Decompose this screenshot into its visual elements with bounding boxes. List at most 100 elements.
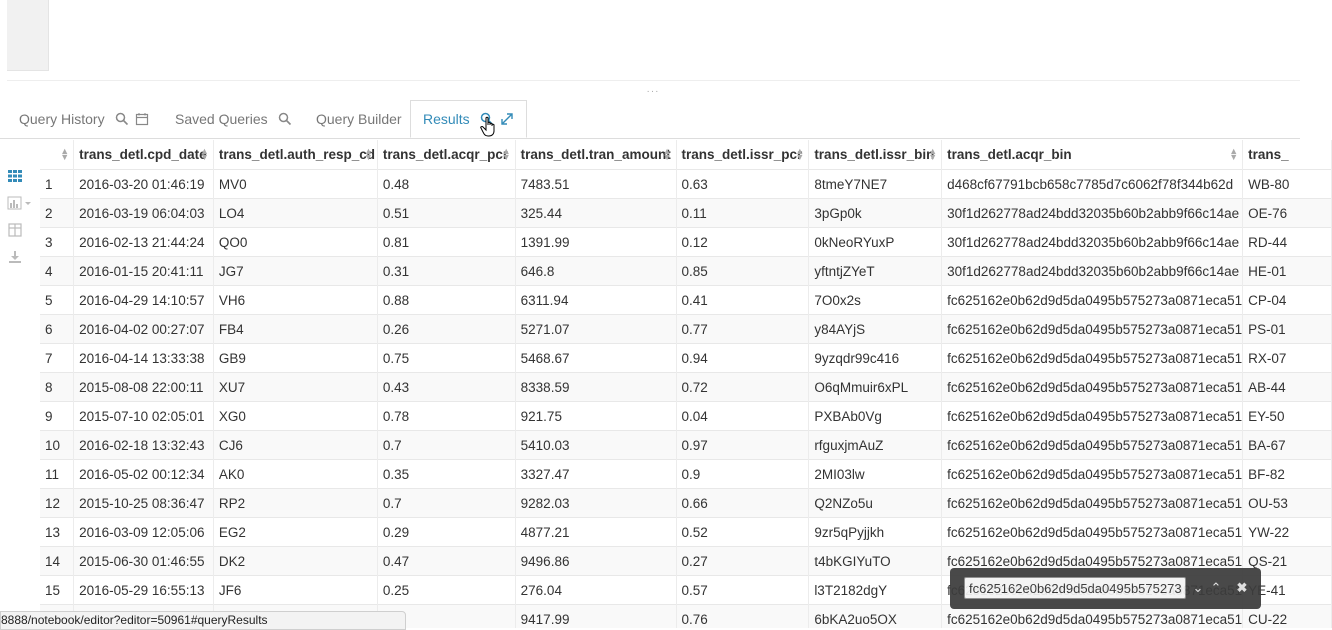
tab-saved-queries[interactable]: Saved Queries xyxy=(175,100,292,137)
table-cell: 0.47 xyxy=(377,546,516,576)
column-header[interactable]: trans_detl.acqr_bin ▲ ▼ xyxy=(941,140,1244,170)
table-cell: GB9 xyxy=(213,343,378,373)
sort-icon[interactable]: ▲ ▼ xyxy=(502,147,511,162)
table-row[interactable]: 8 2015-08-08 22:00:11 XU7 0.43 8338.59 0.72 O6… xyxy=(40,372,1332,402)
table-cell: CJ6 xyxy=(213,430,378,460)
column-header[interactable]: trans_ xyxy=(1242,140,1332,170)
table-cell: 0.41 xyxy=(676,285,810,315)
chart-view-icon[interactable] xyxy=(7,195,33,211)
results-grid: ▲ ▼ trans_detl.cpd_date ▲ ▼ trans_detl.auth_r… xyxy=(40,140,1332,628)
table-body: 1 2016-03-20 01:46:19 MV0 0.48 7483.51 0.63 8t… xyxy=(40,169,1332,628)
tab-query-history[interactable]: Query History xyxy=(19,100,149,137)
table-cell: 0.72 xyxy=(676,372,810,402)
table-cell: 0.48 xyxy=(377,169,516,199)
expand-icon[interactable] xyxy=(500,112,514,126)
find-input[interactable] xyxy=(964,577,1186,599)
tab-results[interactable]: Results xyxy=(410,100,527,138)
table-row[interactable]: 7 2016-04-14 13:33:38 GB9 0.75 5468.67 0.94 9y… xyxy=(40,343,1332,373)
table-row[interactable]: 10 2016-02-18 13:32:43 CJ6 0.7 5410.03 0.97 rf… xyxy=(40,430,1332,460)
table-row[interactable]: 11 2016-05-02 00:12:34 AK0 0.35 3327.47 0.9 2M… xyxy=(40,459,1332,489)
table-cell: 0.12 xyxy=(676,227,810,257)
sort-icon[interactable]: ▲ ▼ xyxy=(795,147,804,162)
table-cell: 9496.86 xyxy=(515,546,677,576)
sort-icon[interactable]: ▲ ▼ xyxy=(663,147,672,162)
table-row[interactable]: 2 2016-03-19 06:04:03 LO4 0.51 325.44 0.11 3pG… xyxy=(40,198,1332,228)
close-icon[interactable]: ✖ xyxy=(1234,579,1250,597)
column-header[interactable]: trans_detl.cpd_date ▲ ▼ xyxy=(73,140,214,170)
row-number: 8 xyxy=(40,372,75,402)
divider xyxy=(7,80,1300,81)
table-cell: rfguxjmAuZ xyxy=(808,430,943,460)
table-cell: 1391.99 xyxy=(515,227,677,257)
columns-icon[interactable] xyxy=(7,222,23,238)
table-cell: 2016-01-15 20:41:11 xyxy=(73,256,214,286)
table-row[interactable]: 1 2016-03-20 01:46:19 MV0 0.48 7483.51 0.63 8t… xyxy=(40,169,1332,199)
table-cell: 30f1d262778ad24bdd32035b60b2abb9f66c14ae xyxy=(941,198,1244,228)
table-cell: 4877.21 xyxy=(515,517,677,547)
row-number: 15 xyxy=(40,575,75,605)
table-cell: fc625162e0b62d9d5da0495b575273a0871eca51 xyxy=(941,372,1244,402)
table-cell: 2015-08-08 22:00:11 xyxy=(73,372,214,402)
table-cell: 3327.47 xyxy=(515,459,677,489)
table-row[interactable]: 12 2015-10-25 08:36:47 RP2 0.7 9282.03 0.66 Q2… xyxy=(40,488,1332,518)
table-cell: VH6 xyxy=(213,285,378,315)
sort-icon[interactable]: ▲ ▼ xyxy=(364,147,373,162)
table-cell: 0.7 xyxy=(377,430,516,460)
table-cell: 30f1d262778ad24bdd32035b60b2abb9f66c14ae xyxy=(941,227,1244,257)
table-cell: HE-01 xyxy=(1242,256,1332,286)
column-header[interactable]: trans_detl.acqr_pcr ▲ ▼ xyxy=(377,140,516,170)
column-header[interactable]: trans_detl.issr_pcr ▲ ▼ xyxy=(676,140,810,170)
column-header[interactable]: trans_detl.issr_bin ▲ ▼ xyxy=(808,140,943,170)
table-cell: 2MI03lw xyxy=(808,459,943,489)
table-row[interactable]: 6 2016-04-02 00:27:07 FB4 0.26 5271.07 0.77 y8… xyxy=(40,314,1332,344)
table-cell: fc625162e0b62d9d5da0495b575273a0871eca51 xyxy=(941,517,1244,547)
tab-query-builder[interactable]: Query Builder xyxy=(316,100,402,137)
column-header-label: trans_detl.cpd_date xyxy=(79,147,207,162)
search-icon[interactable] xyxy=(278,112,292,126)
row-number: 7 xyxy=(40,343,75,373)
table-row[interactable]: 4 2016-01-15 20:41:11 JG7 0.31 646.8 0.85 yftn… xyxy=(40,256,1332,286)
grid-view-icon[interactable] xyxy=(7,168,23,184)
tab-saved-queries-label: Saved Queries xyxy=(175,110,268,127)
row-number: 5 xyxy=(40,285,75,315)
row-number: 10 xyxy=(40,430,75,460)
chevron-up-icon[interactable]: ⌃ xyxy=(1208,579,1224,597)
table-row[interactable]: 5 2016-04-29 14:10:57 VH6 0.88 6311.94 0.41 7O… xyxy=(40,285,1332,315)
row-number: 3 xyxy=(40,227,75,257)
table-cell: RP2 xyxy=(213,488,378,518)
table-cell: 6bKA2uo5OX xyxy=(808,604,943,628)
column-header[interactable]: trans_detl.tran_amount ▲ ▼ xyxy=(515,140,677,170)
download-icon[interactable] xyxy=(7,249,23,265)
table-cell: 2016-04-14 13:33:38 xyxy=(73,343,214,373)
chevron-down-icon[interactable]: ⌄ xyxy=(1190,579,1206,597)
tab-query-history-label: Query History xyxy=(19,110,105,127)
table-cell: 2016-05-02 00:12:34 xyxy=(73,459,214,489)
sort-icon[interactable]: ▲ ▼ xyxy=(60,147,69,162)
table-cell: BF-82 xyxy=(1242,459,1332,489)
table-cell: 2016-03-19 06:04:03 xyxy=(73,198,214,228)
resize-handle-icon[interactable]: ··· xyxy=(644,86,662,97)
table-cell: 5410.03 xyxy=(515,430,677,460)
column-header[interactable]: ▲ ▼ xyxy=(40,140,75,170)
table-cell: fc625162e0b62d9d5da0495b575273a0871eca51 xyxy=(941,430,1244,460)
column-header[interactable]: trans_detl.auth_resp_cd ▲ ▼ xyxy=(213,140,378,170)
table-row[interactable]: 3 2016-02-13 21:44:24 QO0 0.81 1391.99 0.12 0k… xyxy=(40,227,1332,257)
table-cell: 2016-05-29 16:55:13 xyxy=(73,575,214,605)
table-cell: MV0 xyxy=(213,169,378,199)
table-row[interactable]: 13 2016-03-09 12:05:06 EG2 0.29 4877.21 0.52 9… xyxy=(40,517,1332,547)
search-icon[interactable] xyxy=(115,112,129,126)
table-cell: 9zr5qPyjjkh xyxy=(808,517,943,547)
table-row[interactable]: 9 2015-07-10 02:05:01 XG0 0.78 921.75 0.04 PXB… xyxy=(40,401,1332,431)
sort-icon[interactable]: ▲ ▼ xyxy=(200,147,209,162)
sort-icon[interactable]: ▲ ▼ xyxy=(1229,147,1238,162)
table-cell: 0.43 xyxy=(377,372,516,402)
table-cell: 2016-02-13 21:44:24 xyxy=(73,227,214,257)
table-cell: 2015-10-25 08:36:47 xyxy=(73,488,214,518)
calendar-icon[interactable] xyxy=(135,112,149,126)
table-cell: EY-50 xyxy=(1242,401,1332,431)
table-cell: 0.9 xyxy=(676,459,810,489)
table-cell: OE-76 xyxy=(1242,198,1332,228)
table-cell: 0.63 xyxy=(676,169,810,199)
table-cell: 2016-02-18 13:32:43 xyxy=(73,430,214,460)
sort-icon[interactable]: ▲ ▼ xyxy=(928,147,937,162)
